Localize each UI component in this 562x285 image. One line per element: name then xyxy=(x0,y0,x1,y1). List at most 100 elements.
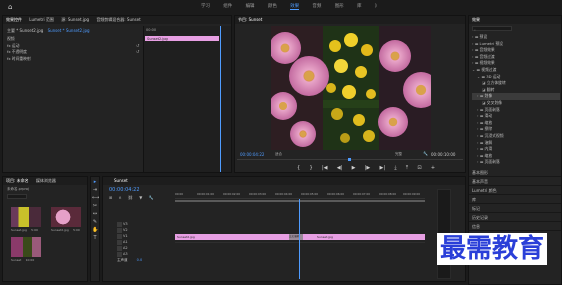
workspace-color[interactable]: 颜色 xyxy=(268,4,277,9)
work-area-bar[interactable] xyxy=(175,200,425,202)
slip-tool-icon[interactable]: ↔ xyxy=(92,211,98,217)
workspace-libraries[interactable]: 库 xyxy=(357,4,362,9)
effects-item-page-peel[interactable]: › ▬ 页面剥落 xyxy=(472,107,560,114)
step-forward-button[interactable]: |▶ xyxy=(365,165,371,171)
timeline-playhead[interactable] xyxy=(299,199,300,279)
step-back-button[interactable]: ◀| xyxy=(337,165,343,171)
pen-tool-icon[interactable]: ✎ xyxy=(92,219,98,225)
effects-item-iris-cross[interactable]: ◪ 交叉划像 xyxy=(472,100,560,107)
workspace-audio[interactable]: 音频 xyxy=(312,4,321,9)
quality-dropdown[interactable]: 完整 xyxy=(395,152,402,157)
effects-item-zoom[interactable]: › ▬ 缩放 xyxy=(472,120,560,127)
timeline-ruler[interactable]: 00:00 00:00:01:00 00:00:02:00 00:00:03:0… xyxy=(175,191,425,199)
effects-item-immersive-video[interactable]: › ▬ 沉浸式视频 xyxy=(472,133,560,140)
clip-sunset[interactable]: Sunset.jpg xyxy=(303,234,425,240)
workspace-effects[interactable]: 效果 xyxy=(290,4,300,10)
type-tool-icon[interactable]: T xyxy=(92,235,98,241)
effects-item-video-transitions[interactable]: ⌄ ▬ 视频过渡 xyxy=(472,67,560,74)
lock-icon[interactable] xyxy=(117,245,122,251)
effects-item-wipe[interactable]: › ▬ 擦除 xyxy=(472,126,560,133)
tab-audio-mixer[interactable]: 音频剪辑混合器: Sunset xyxy=(96,17,140,22)
effects-item-lumetri-presets[interactable]: › ▬ Lumetri 预设 xyxy=(472,41,560,48)
section-opacity[interactable]: fx 不透明度 xyxy=(7,49,139,56)
section-essential-sound[interactable]: 基本声音 xyxy=(469,177,561,186)
track-select-tool-icon[interactable]: ⇥ xyxy=(92,187,98,193)
lock-icon[interactable] xyxy=(117,233,122,239)
tab-effects[interactable]: 效果 xyxy=(472,17,480,22)
lock-icon[interactable] xyxy=(117,239,122,245)
section-motion[interactable]: fx 运动 xyxy=(7,43,139,50)
effects-item-cube-spin[interactable]: ◪ 立方体旋转 xyxy=(472,80,560,87)
lift-button[interactable]: ⤓ xyxy=(394,165,396,171)
razor-tool-icon[interactable]: ✂ xyxy=(92,203,98,209)
mini-timeline-clip[interactable]: Sunset2.jpg xyxy=(145,36,219,41)
transition-cross-dissolve[interactable]: 交叉溶解 xyxy=(289,234,303,240)
project-item-sequence[interactable]: Sunset 10:00 xyxy=(11,237,41,263)
workspace-learn[interactable]: 学习 xyxy=(201,4,210,9)
effects-item-presets[interactable]: › ▬ 预设 xyxy=(472,34,560,41)
timeline-timecode[interactable]: 00:00:04:22 xyxy=(109,187,140,193)
effects-item-slide[interactable]: › ▬ 滑动 xyxy=(472,113,560,120)
section-essential-graphics[interactable]: 基本图形 xyxy=(469,168,561,177)
nest-icon[interactable]: ⊞ xyxy=(109,195,112,200)
workspace-editing[interactable]: 编辑 xyxy=(246,4,255,9)
hand-tool-icon[interactable]: ✋ xyxy=(92,227,98,233)
project-item-sunset[interactable]: Sunset.jpg 5:00 xyxy=(11,207,41,233)
effects-item-dissolve[interactable]: › ▬ 溶解 xyxy=(472,140,560,147)
sequence-clip-label[interactable]: Sunset * Sunset2.jpg xyxy=(48,28,90,33)
export-frame-button[interactable]: ⊡ xyxy=(417,165,421,171)
effects-item-video-effects[interactable]: › ▬ 视频效果 xyxy=(472,60,560,67)
effects-item-audio-transitions[interactable]: › ▬ 音频过渡 xyxy=(472,54,560,61)
tab-project[interactable]: 项目: 未命名 xyxy=(6,178,29,183)
program-playhead[interactable] xyxy=(348,158,351,161)
project-item-sunset2[interactable]: Sunset2.jpg 5:00 xyxy=(51,207,81,233)
tab-sequence[interactable]: Sunset xyxy=(114,178,128,183)
play-button[interactable]: ▶ xyxy=(352,165,356,171)
go-to-in-button[interactable]: |◀ xyxy=(322,165,328,171)
effects-item-page-peel-2[interactable]: › ▬ 页面剥落 xyxy=(472,159,560,166)
settings-icon[interactable]: 🔧 xyxy=(149,195,154,200)
fit-dropdown[interactable]: 适合 xyxy=(275,152,282,157)
section-info[interactable]: 信息 xyxy=(469,222,561,231)
section-lumetri-color[interactable]: Lumetri 颜色 xyxy=(469,186,561,195)
effects-item-slide-2[interactable]: › ▬ 内滑 xyxy=(472,146,560,153)
mark-out-button[interactable]: } xyxy=(309,165,312,171)
mark-in-button[interactable]: { xyxy=(297,165,300,171)
program-scrubber[interactable] xyxy=(237,158,463,162)
home-icon[interactable]: ⌂ xyxy=(8,3,16,11)
tab-lumetri-scopes[interactable]: Lumetri 范围 xyxy=(29,17,54,22)
wrench-icon[interactable]: 🔧 xyxy=(423,151,428,156)
button-editor-button[interactable]: + xyxy=(431,165,435,171)
effects-item-iris[interactable]: › ▬ 划像 xyxy=(472,93,560,100)
tab-media-browser[interactable]: 媒体浏览器 xyxy=(36,178,56,183)
tab-effect-controls[interactable]: 效果控件 xyxy=(6,17,22,22)
selection-tool-icon[interactable]: ▸ xyxy=(92,179,98,185)
tab-program[interactable]: 节目: Sunset xyxy=(238,17,262,22)
section-libraries[interactable]: 库 xyxy=(469,195,561,204)
effects-item-3d-motion[interactable]: ⌄ ▬ 3D 运动 xyxy=(472,74,560,81)
lock-icon[interactable] xyxy=(117,227,122,233)
effects-item-audio-effects[interactable]: › ▬ 音频效果 xyxy=(472,47,560,54)
master-clip-label[interactable]: 主要 * Sunset2.jpg xyxy=(7,28,43,33)
workspace-assembly[interactable]: 组件 xyxy=(223,4,232,9)
ripple-edit-tool-icon[interactable]: ⟷ xyxy=(92,195,99,201)
reset-icon[interactable]: ↺ xyxy=(136,43,139,48)
section-time-remap[interactable]: fx 时间重映射 xyxy=(7,56,139,63)
lock-icon[interactable] xyxy=(117,221,122,227)
track-master[interactable]: 主声道 0.0 xyxy=(117,257,173,263)
go-to-out-button[interactable]: ▶| xyxy=(380,165,386,171)
program-video-frame[interactable] xyxy=(269,26,439,150)
effects-item-flip[interactable]: ◪ 翻转 xyxy=(472,87,560,94)
workspace-more[interactable]: 》 xyxy=(375,4,380,9)
section-markers[interactable]: 标记 xyxy=(469,204,561,213)
effects-search[interactable]: ⌕ xyxy=(472,26,512,32)
linked-icon[interactable]: ⛓ xyxy=(128,195,133,200)
tab-source[interactable]: 源: Sunset.jpg xyxy=(61,17,89,22)
effects-item-zoom-2[interactable]: › ▬ 缩放 xyxy=(472,153,560,160)
marker-icon[interactable]: ▼ xyxy=(139,195,142,200)
program-timecode-left[interactable]: 00:00:04:22 xyxy=(240,152,264,157)
project-search[interactable] xyxy=(7,194,27,199)
lock-icon[interactable] xyxy=(117,251,122,257)
reset-icon-2[interactable]: ↺ xyxy=(136,49,139,54)
clip-sunset2[interactable]: Sunset2.jpg xyxy=(175,234,293,240)
